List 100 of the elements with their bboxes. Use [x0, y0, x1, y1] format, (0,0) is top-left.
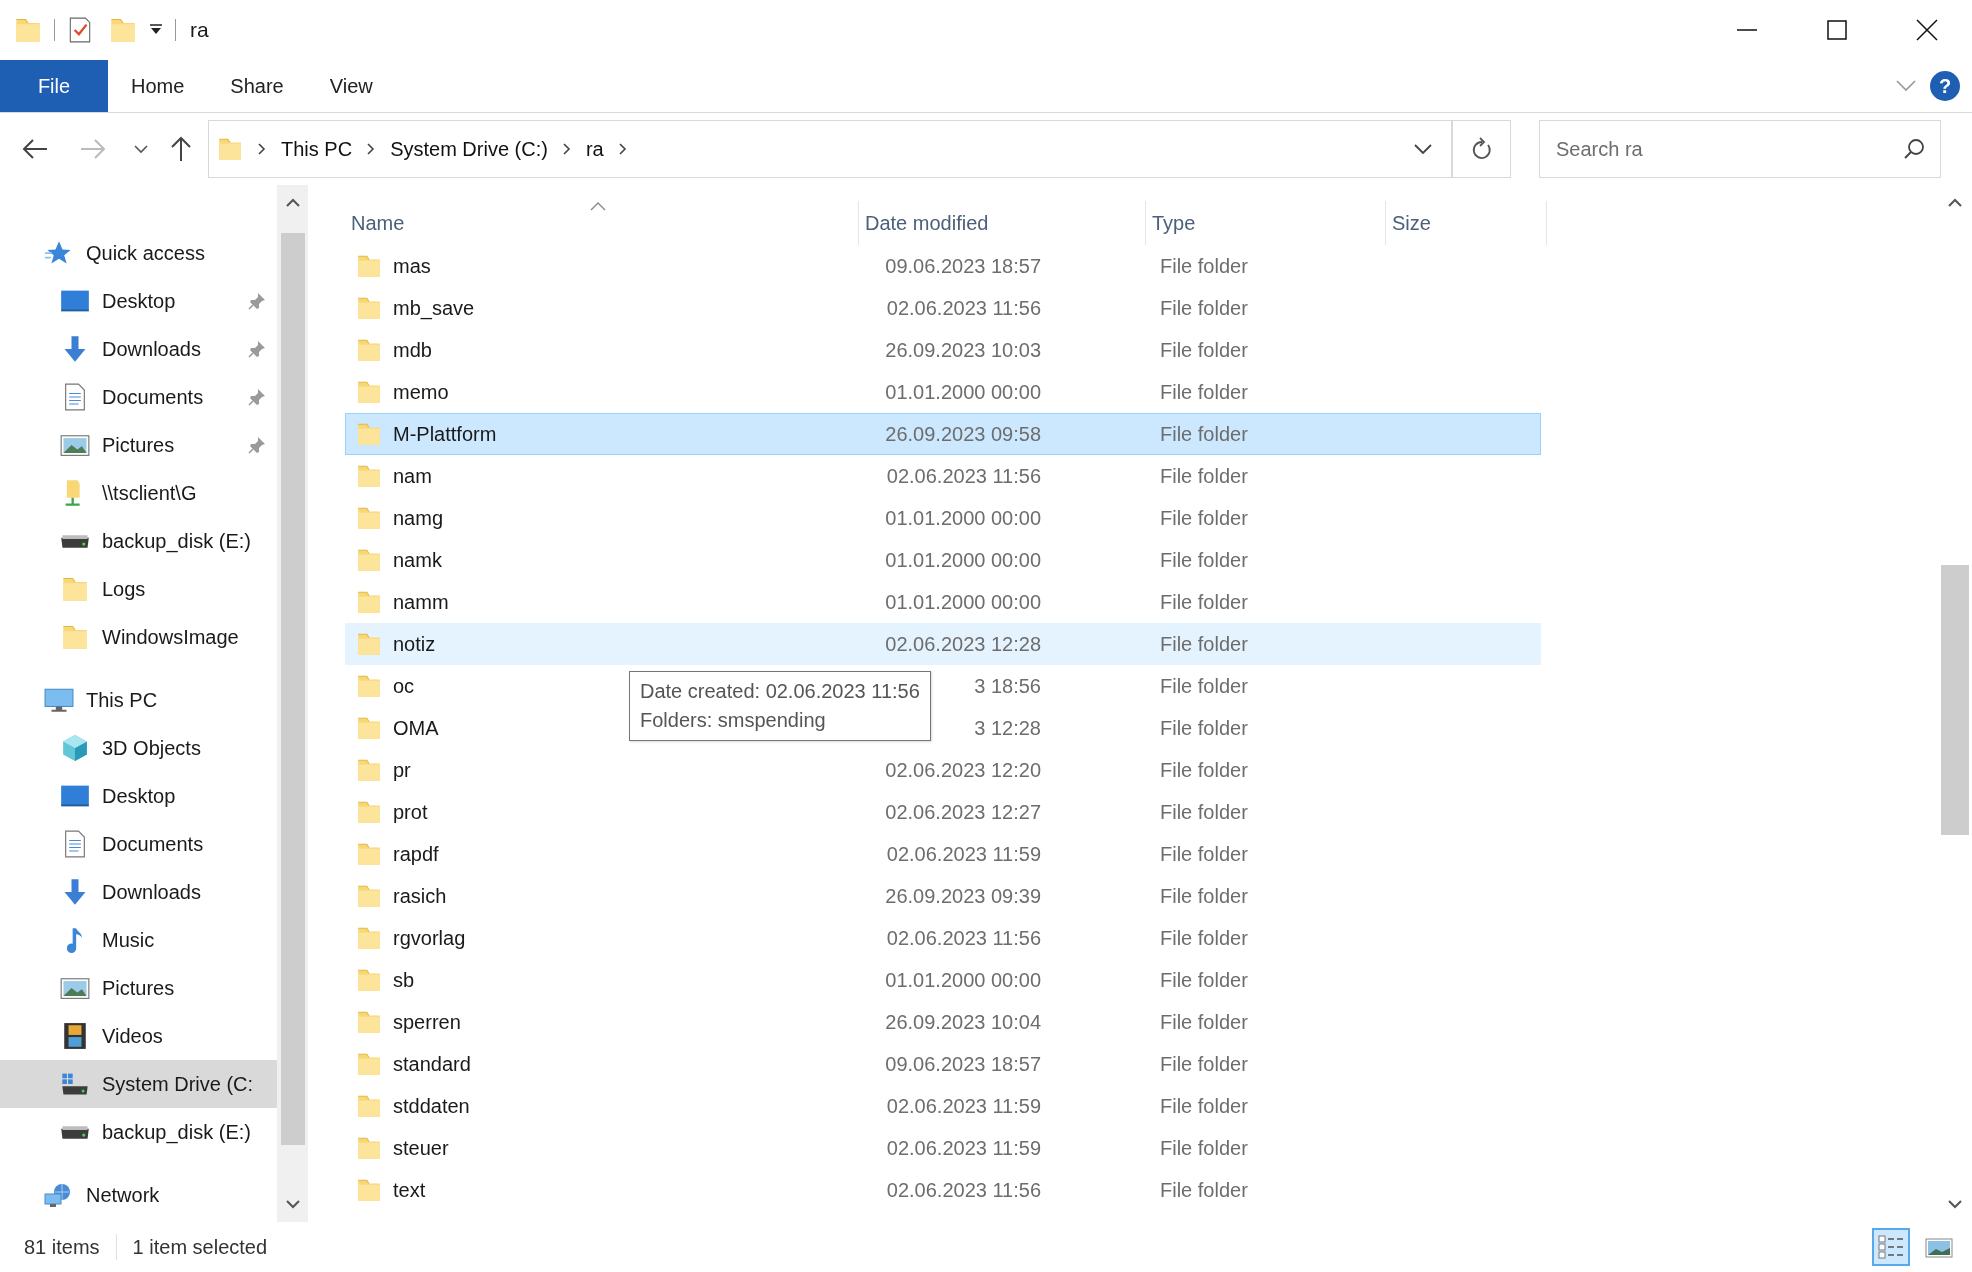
file-name: rasich [393, 884, 447, 908]
type-text: File folder [1160, 422, 1248, 446]
search-icon[interactable] [1903, 138, 1925, 160]
nav-item[interactable]: This PC [0, 676, 277, 724]
file-row[interactable]: notiz 02.06.2023 12:28 File folder [345, 623, 1541, 665]
folder-icon [60, 575, 90, 603]
pin-icon[interactable] [248, 436, 266, 454]
file-name: rapdf [393, 842, 439, 866]
file-tab[interactable]: File [0, 60, 108, 112]
nav-item[interactable]: backup_disk (E:) [0, 1108, 277, 1156]
type-text: File folder [1160, 674, 1248, 698]
scroll-thumb[interactable] [1940, 565, 1969, 835]
type-text: File folder [1160, 590, 1248, 614]
up-arrow-icon[interactable] [170, 136, 192, 162]
pin-icon[interactable] [248, 292, 266, 310]
nav-item[interactable]: Logs [0, 565, 277, 613]
file-name: pr [393, 758, 411, 782]
nav-item[interactable]: Videos [0, 1012, 277, 1060]
nav-item[interactable]: Pictures [0, 421, 277, 469]
help-button[interactable]: ? [1930, 71, 1960, 101]
window-title: ra [190, 18, 209, 42]
address-bar[interactable]: This PC System Drive (C:) ra [208, 120, 1453, 178]
file-name: namm [393, 590, 449, 614]
details-view-button[interactable] [1872, 1228, 1910, 1266]
column-header[interactable]: Name [345, 201, 859, 245]
date-text: 02.06.2023 12:20 [885, 758, 1041, 782]
breadcrumb[interactable]: This PC [281, 137, 353, 161]
breadcrumb[interactable]: System Drive (C:) [390, 137, 548, 161]
type-text: File folder [1160, 800, 1248, 824]
breadcrumb[interactable]: ra [585, 137, 604, 161]
nav-item[interactable]: Documents [0, 373, 277, 421]
scroll-thumb[interactable] [280, 233, 305, 1145]
ribbon-tab[interactable]: View [306, 60, 396, 112]
back-arrow-icon[interactable] [22, 138, 48, 160]
file-name: mas [393, 254, 431, 278]
date-text: 02.06.2023 11:56 [886, 926, 1041, 950]
date-text: 09.06.2023 18:57 [885, 1052, 1041, 1076]
file-name: namg [393, 506, 444, 530]
search-field[interactable]: Search ra [1539, 120, 1941, 178]
ribbon-tab[interactable]: Share [207, 60, 307, 112]
nav-item[interactable]: Quick access [0, 229, 277, 277]
nav-item[interactable]: Music [0, 916, 277, 964]
file-name: text [393, 1178, 426, 1202]
nav-item[interactable]: System Drive (C: [0, 1060, 277, 1108]
type-text: File folder [1160, 296, 1248, 320]
properties-check-icon[interactable] [67, 16, 93, 44]
chevron-right-icon[interactable] [561, 142, 572, 156]
type-text: File folder [1160, 338, 1248, 362]
file-name: sperren [393, 1010, 461, 1034]
file-name: standard [393, 1052, 471, 1076]
type-text: File folder [1160, 632, 1248, 656]
date-text: 01.01.2000 00:00 [885, 590, 1041, 614]
type-text: File folder [1160, 926, 1248, 950]
nav-item[interactable]: Downloads [0, 868, 277, 916]
dropdown-chevron-icon[interactable] [1414, 143, 1432, 155]
chevron-right-icon[interactable] [257, 142, 267, 156]
refresh-button[interactable] [1453, 120, 1511, 178]
maximize-icon[interactable] [1827, 20, 1847, 40]
column-header[interactable]: Type [1146, 201, 1386, 245]
type-text: File folder [1160, 1052, 1248, 1076]
file-name: nam [393, 464, 432, 488]
nav-item[interactable]: Desktop [0, 772, 277, 820]
recent-locations-caret-icon[interactable] [134, 144, 148, 154]
type-text: File folder [1160, 716, 1248, 740]
nav-item[interactable]: WindowsImage [0, 613, 277, 661]
file-name: prot [393, 800, 428, 824]
pin-icon[interactable] [248, 388, 266, 406]
column-header[interactable]: Date modified [859, 201, 1146, 245]
type-text: File folder [1160, 1094, 1248, 1118]
nav-item[interactable]: Documents [0, 820, 277, 868]
date-text: 09.06.2023 18:57 [885, 254, 1041, 278]
nav-item[interactable]: 3D Objects [0, 724, 277, 772]
drive-icon [60, 1124, 90, 1140]
nav-item[interactable]: \\tsclient\G [0, 469, 277, 517]
nav-item[interactable]: Downloads [0, 325, 277, 373]
file-row[interactable]: M-Plattform 26.09.2023 09:58 File folder [345, 413, 1541, 455]
file-name: memo [393, 380, 449, 404]
nav-item[interactable]: Desktop [0, 277, 277, 325]
date-text: 3 12:28 [974, 716, 1041, 740]
nav-item[interactable]: backup_disk (E:) [0, 517, 277, 565]
file-name: steuer [393, 1136, 449, 1160]
ribbon-tab[interactable]: Home [108, 60, 208, 112]
nav-item[interactable]: Pictures [0, 964, 277, 1012]
type-text: File folder [1160, 506, 1248, 530]
folder-icon [60, 623, 90, 651]
column-header[interactable]: Size [1386, 201, 1547, 245]
date-text: 02.06.2023 11:56 [886, 464, 1041, 488]
date-text: 01.01.2000 00:00 [885, 968, 1041, 992]
type-text: File folder [1160, 842, 1248, 866]
chevron-down-icon[interactable] [1896, 80, 1916, 92]
date-text: 02.06.2023 11:56 [886, 1178, 1041, 1202]
pin-icon[interactable] [248, 340, 266, 358]
close-icon[interactable] [1916, 19, 1938, 41]
scrollbar[interactable] [277, 185, 308, 1222]
refresh-icon[interactable] [1470, 137, 1493, 161]
date-text: 3 18:56 [974, 674, 1041, 698]
date-text: 26.09.2023 10:03 [885, 338, 1041, 362]
chevron-right-icon[interactable] [366, 142, 377, 156]
nav-item[interactable]: Network [0, 1171, 277, 1219]
chevron-right-icon[interactable] [617, 142, 628, 156]
